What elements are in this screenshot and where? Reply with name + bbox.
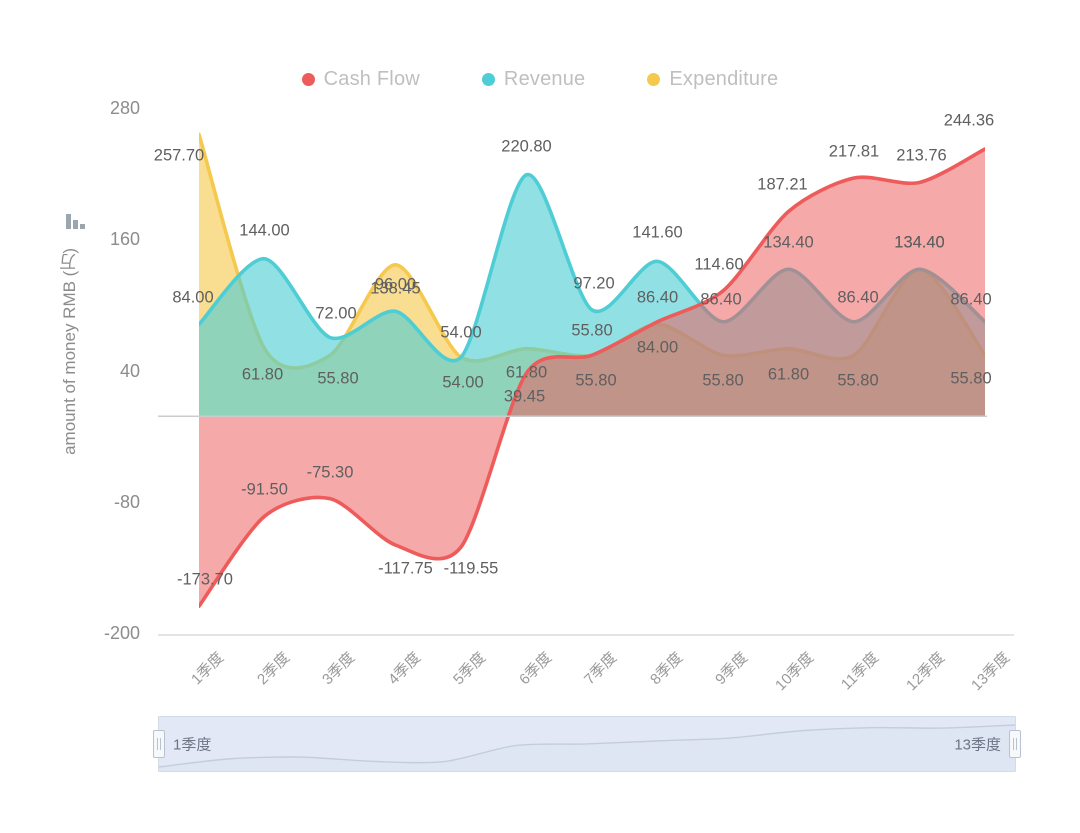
data-zoom-area <box>159 725 1015 771</box>
legend-label-revenue: Revenue <box>503 68 586 90</box>
legend-item-revenue[interactable]: Revenue <box>481 68 586 91</box>
data-zoom-handle-left[interactable] <box>153 730 165 758</box>
chart-canvas <box>158 132 1014 636</box>
data-zoom-end-label: 13季度 <box>954 736 1001 754</box>
legend-label-expenditure: Expenditure <box>669 68 779 90</box>
y-tick-label: 160 <box>109 229 140 250</box>
data-zoom-slider[interactable]: 1季度 13季度 <box>153 716 1021 772</box>
bar-chart-icon[interactable] <box>64 211 86 231</box>
data-zoom-handle-right[interactable] <box>1009 730 1021 758</box>
y-tick-label: 40 <box>119 360 140 381</box>
y-tick-label: -80 <box>113 491 140 512</box>
legend-dot-cash-flow <box>301 73 315 86</box>
legend-item-expenditure[interactable]: Expenditure <box>647 68 778 91</box>
y-axis-title: amount of money RMB (万) <box>60 248 79 455</box>
area-chart: amount of money RMB (万) Cash Flow Revenu… <box>0 0 1080 828</box>
y-tick-label: -200 <box>103 623 140 643</box>
legend-label-cash-flow: Cash Flow <box>323 68 420 90</box>
legend-item-cash-flow[interactable]: Cash Flow <box>301 68 420 91</box>
data-zoom-start-label: 1季度 <box>173 736 212 754</box>
data-zoom-preview-chart <box>159 724 1015 771</box>
y-tick-label: 280 <box>109 98 140 118</box>
chart-legend: Cash Flow Revenue Expenditure <box>0 68 1080 91</box>
legend-dot-expenditure <box>647 73 661 86</box>
legend-dot-revenue <box>481 73 495 86</box>
